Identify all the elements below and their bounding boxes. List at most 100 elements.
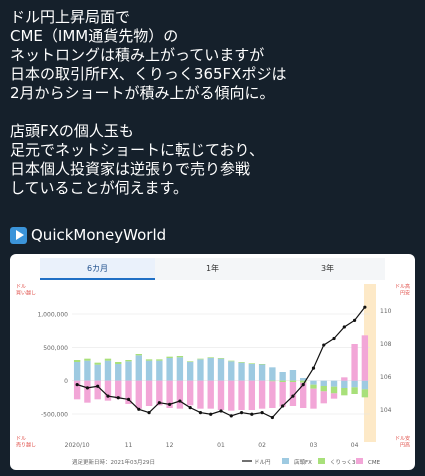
left-tick-label: 0: [64, 378, 68, 385]
usdjpy-point: [106, 394, 110, 398]
bar-店頭FX: [104, 360, 112, 381]
bar-店頭FX: [248, 364, 256, 381]
usdjpy-point: [291, 394, 295, 398]
bar-店頭FX: [258, 364, 266, 381]
bar-くりっく365: [115, 362, 122, 364]
usdjpy-point: [239, 410, 244, 415]
x-tick-label: 03: [310, 442, 318, 449]
usdjpy-point: [363, 305, 367, 309]
usdjpy-point: [75, 382, 79, 387]
bar-くりっく365: [258, 364, 266, 365]
x-tick-label: 12: [166, 442, 174, 449]
bar-くりっく365: [341, 388, 348, 396]
left-bottom-axis-label: 売り越し: [16, 442, 36, 449]
bar-店頭FX: [217, 358, 225, 381]
usdjpy-point: [147, 410, 151, 415]
bar-くりっく365: [269, 380, 276, 382]
usdjpy-point: [85, 386, 90, 390]
right-tick-label: 106: [380, 374, 392, 381]
left-tick-label: 1,000,000: [37, 312, 68, 319]
left-top-axis-label: 買い越し: [16, 290, 36, 297]
bar-CME: [238, 380, 245, 410]
usdjpy-point: [126, 397, 131, 402]
right-top-axis-label: 円安: [400, 290, 410, 297]
right-top-axis-label: ドル高: [395, 283, 410, 290]
bar-店頭FX: [166, 358, 173, 381]
bar-店頭FX: [125, 361, 132, 381]
bar-店頭FX: [289, 370, 297, 381]
usdjpy-point: [342, 325, 346, 329]
bar-くりっく365: [104, 358, 112, 361]
bar-くりっく365: [238, 362, 245, 363]
bar-店頭FX: [135, 355, 142, 381]
chart-image-card[interactable]: 6カ月 1年 3年 1,000,000 500,000 0 -500,000 110 10…: [10, 254, 415, 470]
x-tick-label: 2020/10: [65, 442, 90, 449]
link-label[interactable]: QuickMoneyWorld: [31, 226, 166, 244]
left-top-axis-label: ドル: [16, 284, 26, 290]
bar-CME: [279, 382, 286, 407]
usdjpy-point: [198, 410, 203, 415]
bar-店頭FX: [156, 360, 163, 381]
bar-店頭FX: [269, 367, 276, 381]
legend-swatch: [318, 458, 325, 464]
usdjpy-point: [260, 410, 264, 415]
usdjpy-point: [209, 412, 213, 416]
bar-店頭FX: [115, 364, 122, 381]
bar-くりっく365: [289, 380, 297, 382]
bar-CME: [84, 380, 91, 403]
bar-店頭FX: [341, 380, 348, 388]
usdjpy-point: [281, 404, 285, 408]
usdjpy-point: [178, 399, 182, 403]
usdjpy-point: [219, 409, 223, 413]
left-bottom-axis-label: ドル: [16, 436, 26, 442]
bar-くりっく365: [186, 361, 194, 362]
bar-CME: [341, 377, 348, 381]
right-bottom-axis-label: ドル安: [395, 435, 410, 442]
bar-店頭FX: [330, 380, 338, 387]
position-chart: 1,000,000 500,000 0 -500,000 110 108 106 104 202…: [16, 283, 410, 466]
bar-くりっく365: [197, 358, 204, 360]
bar-店頭FX: [320, 380, 327, 386]
bar-CME: [186, 380, 194, 406]
bar-CME: [248, 380, 256, 410]
bar-店頭FX: [197, 359, 204, 381]
bar-CME: [351, 344, 358, 381]
bar-CME: [115, 380, 122, 399]
bar-くりっく365: [135, 354, 142, 356]
usdjpy-point: [352, 318, 357, 322]
usdjpy-point: [250, 412, 254, 416]
quickmoneyworld-link[interactable]: QuickMoneyWorld: [10, 226, 166, 244]
left-tick-label: 500,000: [43, 345, 68, 352]
bar-店頭FX: [238, 362, 245, 381]
x-tick-label: 02: [258, 442, 266, 449]
bar-くりっく365: [84, 358, 91, 361]
bar-CME: [228, 380, 235, 411]
bar-くりっく365: [228, 360, 235, 362]
bar-店頭FX: [73, 362, 81, 381]
bar-くりっく365: [94, 362, 101, 365]
legend-label: ドル円: [254, 459, 271, 466]
bar-CME: [258, 380, 266, 409]
x-tick-label: 01: [217, 442, 225, 449]
bar-CME: [145, 380, 153, 406]
bar-CME: [197, 380, 204, 409]
usdjpy-point: [116, 396, 120, 400]
bar-くりっく365: [330, 386, 338, 394]
bar-CME: [217, 380, 225, 410]
usdjpy-point: [168, 402, 172, 406]
bar-くりっく365: [217, 358, 225, 359]
bar-店頭FX: [84, 360, 91, 381]
legend-label: CME: [368, 460, 381, 466]
right-tick-label: 104: [380, 407, 392, 414]
bar-くりっく365: [176, 356, 184, 358]
bar-くりっく365: [351, 387, 358, 394]
legend-label: 店頭FX: [294, 458, 312, 466]
bar-くりっく365: [73, 360, 81, 362]
bar-CME: [361, 335, 369, 381]
tweet-paragraph-2: 店頭FXの個人玉も 足元でネットショートに転じており、 日本個人投資家は逆張りで…: [10, 122, 264, 197]
bar-くりっく365: [361, 389, 369, 398]
usdjpy-point: [332, 336, 336, 341]
bar-店頭FX: [94, 364, 101, 381]
bar-くりっく365: [166, 356, 173, 358]
bar-くりっく365: [320, 386, 327, 392]
